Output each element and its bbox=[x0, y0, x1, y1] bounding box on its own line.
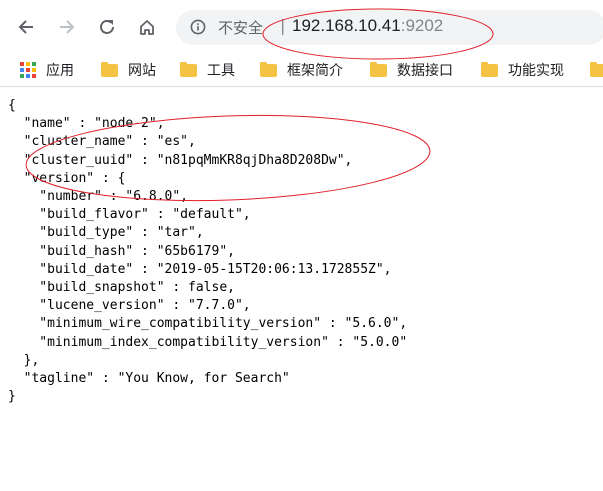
cluster-highlight-ellipse bbox=[25, 114, 431, 202]
url-highlight-ellipse bbox=[262, 8, 494, 60]
annotation-overlay bbox=[25, 8, 494, 202]
